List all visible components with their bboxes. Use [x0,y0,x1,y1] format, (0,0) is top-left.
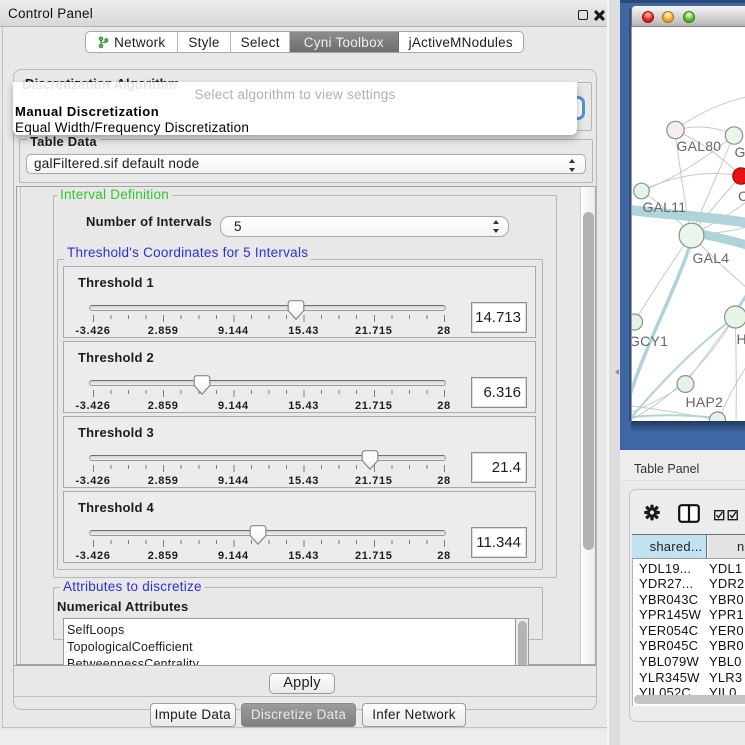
svg-text:GAL11: GAL11 [643,199,687,215]
svg-text:H: H [737,331,745,347]
svg-text:GA: GA [735,144,745,160]
svg-text:C: C [738,188,745,204]
svg-text:GCY1: GCY1 [632,333,668,349]
svg-text:GAL80: GAL80 [677,138,722,154]
svg-text:GAL4: GAL4 [693,250,730,266]
svg-text:HAP2: HAP2 [686,394,724,410]
